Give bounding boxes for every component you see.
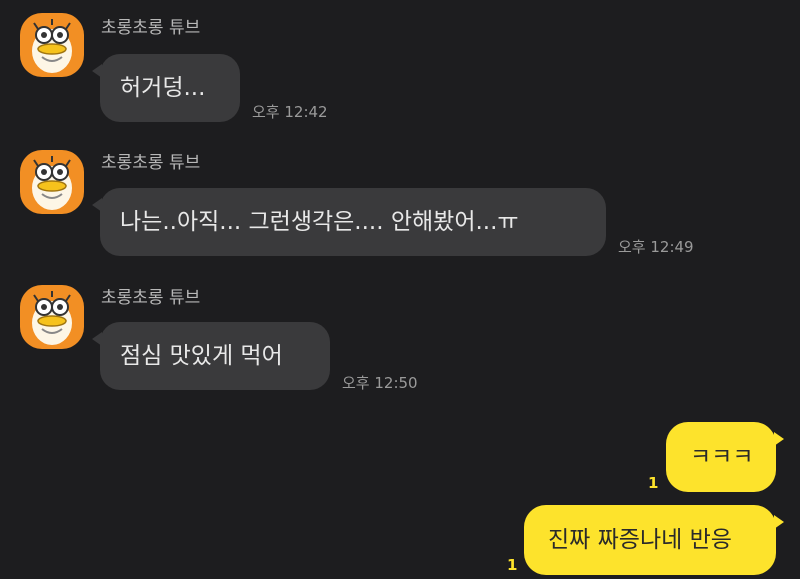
unread-count: 1 — [648, 474, 659, 492]
my-message-bubble[interactable]: ㅋㅋㅋ — [666, 422, 784, 492]
duck-character-icon — [32, 156, 72, 210]
message-bubble[interactable]: 허거덩... — [92, 54, 240, 122]
my-message-bubble[interactable]: 진짜 짜증나네 반응 — [524, 505, 784, 575]
duck-character-icon — [32, 291, 72, 345]
sender-name: 초롱초롱 튜브 — [101, 288, 201, 308]
duck-character-icon — [32, 19, 72, 73]
message-bubble[interactable]: 나는..아직... 그런생각은.... 안해봤어...ㅠ — [92, 188, 606, 256]
unread-count: 1 — [507, 556, 518, 574]
message-time: 오후 12:49 — [618, 238, 694, 256]
sender-name: 초롱초롱 튜브 — [101, 153, 201, 173]
message-time: 오후 12:50 — [342, 374, 418, 392]
sender-avatar[interactable] — [20, 150, 84, 214]
message-bubble[interactable]: 점심 맛있게 먹어 — [92, 322, 330, 390]
sender-avatar[interactable] — [20, 13, 84, 77]
sender-name: 초롱초롱 튜브 — [101, 18, 201, 38]
sender-avatar[interactable] — [20, 285, 84, 349]
message-time: 오후 12:42 — [252, 103, 328, 121]
chat-room: 초롱초롱 튜브 허거덩... 오후 12:42 초롱초롱 튜브 나는..아직..… — [0, 0, 800, 579]
